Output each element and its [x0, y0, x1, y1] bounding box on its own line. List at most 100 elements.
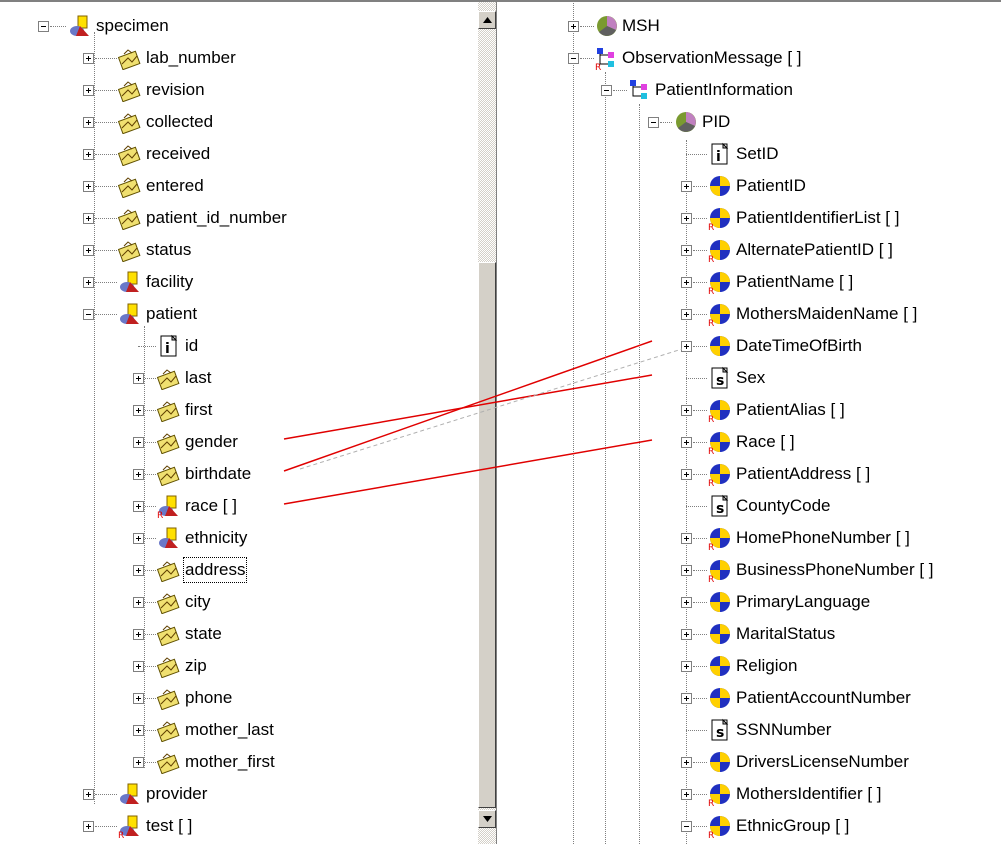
tree-node-mothers-maiden-name[interactable]: R MothersMaidenName [ ]: [511, 299, 991, 331]
expand-icon[interactable]: [83, 821, 94, 832]
tree-node-msh[interactable]: MSH: [511, 11, 1001, 43]
tree-node-race[interactable]: Rrace [ ]: [0, 491, 478, 523]
expand-icon[interactable]: [681, 309, 692, 320]
tree-node-revision[interactable]: revision: [0, 75, 478, 107]
tree-node-pid[interactable]: PID: [511, 107, 1001, 139]
expand-icon[interactable]: [83, 277, 94, 288]
vertical-scrollbar[interactable]: [478, 0, 496, 844]
expand-icon[interactable]: [133, 533, 144, 544]
tree-node-id[interactable]: i id: [0, 331, 478, 363]
tree-node-entered[interactable]: entered: [0, 171, 478, 203]
tree-node-drivers-license-number[interactable]: DriversLicenseNumber: [511, 747, 991, 779]
tree-node-received[interactable]: received: [0, 139, 478, 171]
expand-icon[interactable]: [681, 341, 692, 352]
expand-icon[interactable]: [133, 725, 144, 736]
expand-icon[interactable]: [681, 469, 692, 480]
collapse-icon[interactable]: [83, 309, 94, 320]
tree-node-ethnic-group[interactable]: R EthnicGroup [ ]: [511, 811, 991, 843]
tree-node-facility[interactable]: facility: [0, 267, 478, 299]
expand-icon[interactable]: [133, 693, 144, 704]
tree-node-lab-number[interactable]: lab_number: [0, 43, 478, 75]
expand-icon[interactable]: [133, 597, 144, 608]
collapse-icon[interactable]: [648, 117, 659, 128]
tree-node-race[interactable]: R Race [ ]: [511, 427, 991, 459]
tree-node-mother-first[interactable]: mother_first: [0, 747, 478, 779]
tree-node-religion[interactable]: Religion: [511, 651, 991, 683]
scroll-thumb[interactable]: [478, 262, 496, 808]
target-tree-pane[interactable]: MSH R ObservationMessage [ ] PatientInfo…: [511, 0, 1001, 844]
expand-icon[interactable]: [83, 149, 94, 160]
expand-icon[interactable]: [83, 789, 94, 800]
expand-icon[interactable]: [133, 565, 144, 576]
tree-node-status[interactable]: status: [0, 235, 478, 267]
expand-icon[interactable]: [681, 181, 692, 192]
tree-node-patient-id[interactable]: PatientID: [511, 171, 991, 203]
source-tree-pane[interactable]: specimen lab_number revision collected rece…: [0, 0, 478, 844]
expand-icon[interactable]: [681, 437, 692, 448]
tree-node-ssn-number[interactable]: s SSNNumber: [511, 715, 991, 747]
tree-node-provider[interactable]: provider: [0, 779, 478, 811]
collapse-icon[interactable]: [601, 85, 612, 96]
expand-icon[interactable]: [681, 405, 692, 416]
tree-node-alternate-patient-id[interactable]: R AlternatePatientID [ ]: [511, 235, 991, 267]
tree-node-mothers-identifier[interactable]: R MothersIdentifier [ ]: [511, 779, 991, 811]
tree-node-marital-status[interactable]: MaritalStatus: [511, 619, 991, 651]
expand-icon[interactable]: [83, 245, 94, 256]
tree-node-state[interactable]: state: [0, 619, 478, 651]
tree-node-primary-language[interactable]: PrimaryLanguage: [511, 587, 991, 619]
expand-icon[interactable]: [681, 629, 692, 640]
expand-icon[interactable]: [681, 213, 692, 224]
tree-node-county-code[interactable]: s CountyCode: [511, 491, 991, 523]
tree-node-home-phone-number[interactable]: R HomePhoneNumber [ ]: [511, 523, 991, 555]
pane-splitter[interactable]: [496, 0, 512, 844]
expand-icon[interactable]: [681, 277, 692, 288]
expand-icon[interactable]: [133, 405, 144, 416]
expand-icon[interactable]: [681, 245, 692, 256]
scroll-up-button[interactable]: [478, 11, 496, 29]
tree-node-sex[interactable]: s Sex: [511, 363, 991, 395]
expand-icon[interactable]: [681, 693, 692, 704]
collapse-icon[interactable]: [568, 53, 579, 64]
tree-node-collected[interactable]: collected: [0, 107, 478, 139]
tree-node-date-time-of-birth[interactable]: DateTimeOfBirth: [511, 331, 991, 363]
tree-node-observation-message[interactable]: R ObservationMessage [ ]: [511, 43, 1001, 75]
expand-icon[interactable]: [681, 789, 692, 800]
tree-node-patient-information[interactable]: PatientInformation: [511, 75, 1001, 107]
expand-icon[interactable]: [681, 533, 692, 544]
expand-icon[interactable]: [83, 213, 94, 224]
tree-node-business-phone-number[interactable]: R BusinessPhoneNumber [ ]: [511, 555, 991, 587]
tree-node-last[interactable]: last: [0, 363, 478, 395]
tree-node-birthdate[interactable]: birthdate: [0, 459, 478, 491]
tree-node-zip[interactable]: zip: [0, 651, 478, 683]
tree-node-patient-identifier-list[interactable]: R PatientIdentifierList [ ]: [511, 203, 991, 235]
expand-icon[interactable]: [83, 181, 94, 192]
expand-icon[interactable]: [133, 373, 144, 384]
collapse-icon[interactable]: [38, 21, 49, 32]
expand-icon[interactable]: [133, 469, 144, 480]
expand-icon[interactable]: [681, 597, 692, 608]
tree-node-patient-account-number[interactable]: PatientAccountNumber: [511, 683, 991, 715]
collapse-icon[interactable]: [681, 821, 692, 832]
tree-node-patient[interactable]: patient: [0, 299, 478, 331]
expand-icon[interactable]: [681, 565, 692, 576]
expand-icon[interactable]: [568, 21, 579, 32]
tree-node-test[interactable]: Rtest [ ]: [0, 811, 478, 843]
tree-node-first[interactable]: first: [0, 395, 478, 427]
tree-node-set-id[interactable]: i SetID: [511, 139, 991, 171]
expand-icon[interactable]: [133, 437, 144, 448]
tree-node-patient-alias[interactable]: R PatientAlias [ ]: [511, 395, 991, 427]
expand-icon[interactable]: [133, 661, 144, 672]
tree-node-patient-name[interactable]: R PatientName [ ]: [511, 267, 991, 299]
tree-node-patient-address[interactable]: R PatientAddress [ ]: [511, 459, 991, 491]
tree-node-mother-last[interactable]: mother_last: [0, 715, 478, 747]
expand-icon[interactable]: [133, 757, 144, 768]
tree-node-city[interactable]: city: [0, 587, 478, 619]
expand-icon[interactable]: [83, 53, 94, 64]
tree-node-gender[interactable]: gender: [0, 427, 478, 459]
expand-icon[interactable]: [681, 661, 692, 672]
tree-node-ethnicity[interactable]: ethnicity: [0, 523, 478, 555]
tree-node-phone[interactable]: phone: [0, 683, 478, 715]
expand-icon[interactable]: [133, 501, 144, 512]
expand-icon[interactable]: [681, 757, 692, 768]
expand-icon[interactable]: [133, 629, 144, 640]
